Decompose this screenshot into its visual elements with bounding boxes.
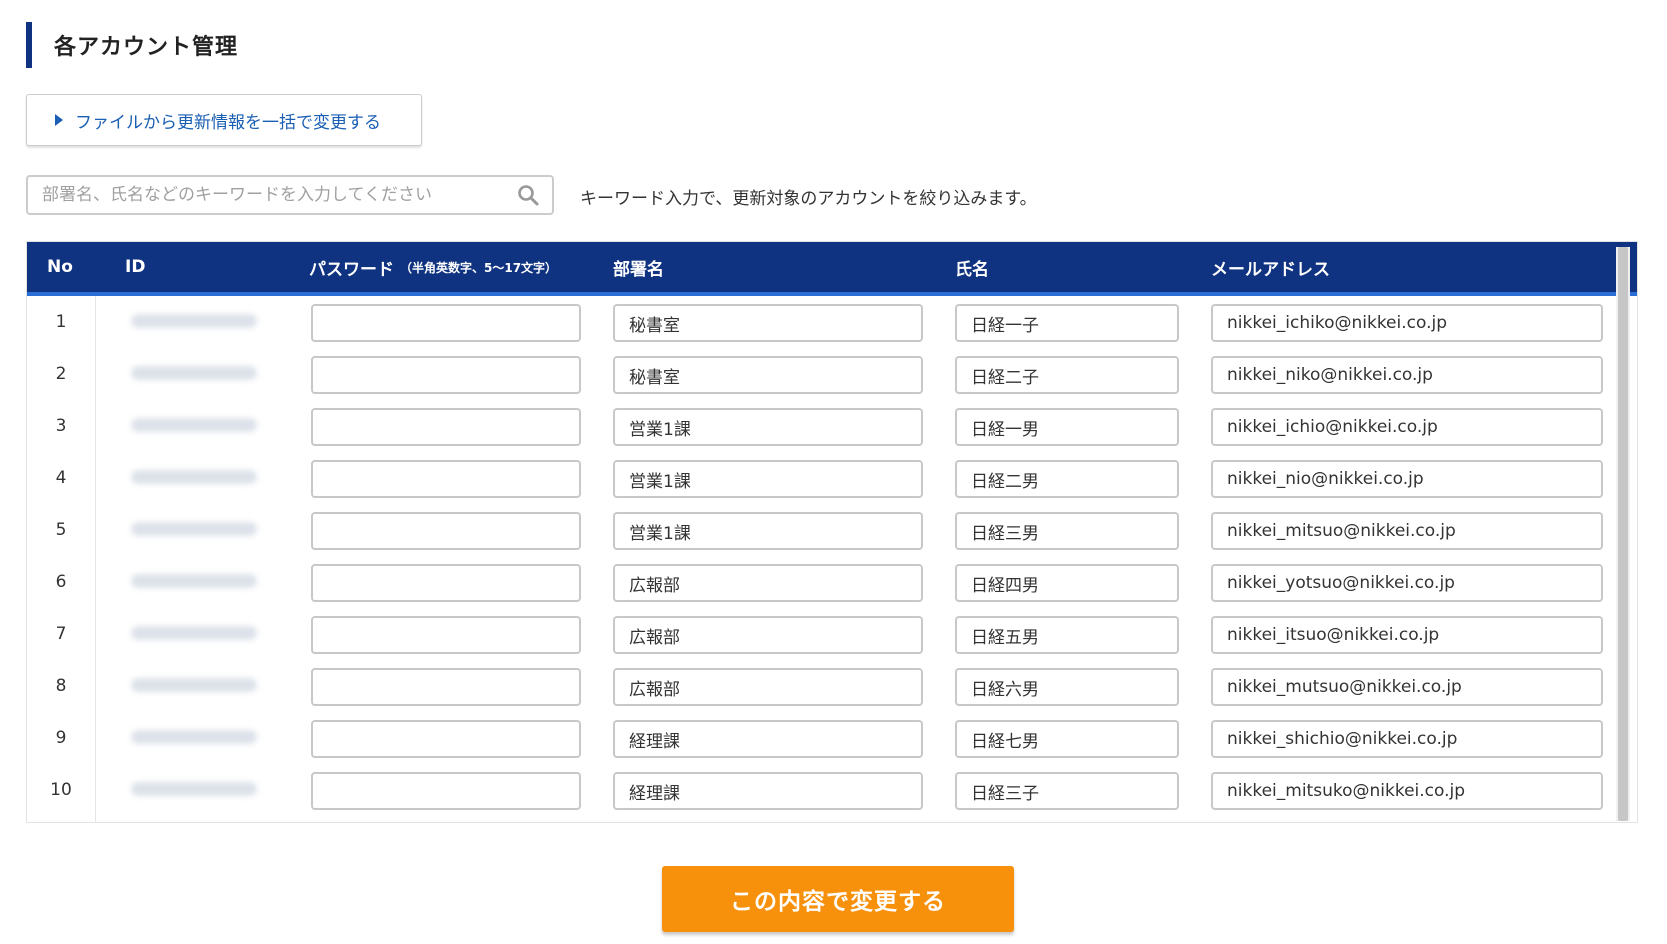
name-field[interactable] bbox=[955, 564, 1179, 602]
department-field[interactable] bbox=[613, 616, 923, 654]
row-number: 8 bbox=[55, 676, 67, 696]
password-field[interactable] bbox=[311, 720, 581, 758]
row-number: 6 bbox=[55, 572, 67, 592]
department-field[interactable] bbox=[613, 408, 923, 446]
name-field[interactable] bbox=[955, 408, 1179, 446]
table-row: 7 bbox=[27, 608, 1637, 660]
name-field[interactable] bbox=[955, 720, 1179, 758]
email-field[interactable] bbox=[1211, 512, 1603, 550]
row-number: 4 bbox=[55, 468, 67, 488]
table-row: 4 bbox=[27, 452, 1637, 504]
table-scrollbar[interactable] bbox=[1616, 247, 1630, 821]
account-id-blurred bbox=[131, 470, 257, 484]
email-field[interactable] bbox=[1211, 408, 1603, 446]
password-field[interactable] bbox=[311, 616, 581, 654]
column-header-name: 氏名 bbox=[955, 259, 989, 280]
account-id-blurred bbox=[131, 418, 257, 432]
email-field[interactable] bbox=[1211, 356, 1603, 394]
column-header-department: 部署名 bbox=[613, 259, 664, 280]
search-box bbox=[26, 175, 554, 215]
name-field[interactable] bbox=[955, 772, 1179, 810]
row-number: 10 bbox=[50, 780, 72, 800]
email-field[interactable] bbox=[1211, 668, 1603, 706]
name-field[interactable] bbox=[955, 304, 1179, 342]
password-field[interactable] bbox=[311, 356, 581, 394]
search-icon[interactable] bbox=[510, 177, 546, 213]
row-number: 9 bbox=[55, 728, 67, 748]
row-number: 3 bbox=[55, 416, 67, 436]
table-row: 1 bbox=[27, 296, 1637, 348]
column-header-no: No bbox=[47, 257, 73, 277]
password-field[interactable] bbox=[311, 564, 581, 602]
column-header-id: ID bbox=[125, 257, 146, 277]
bulk-update-toggle[interactable]: ファイルから更新情報を一括で変更する bbox=[26, 94, 422, 146]
name-field[interactable] bbox=[955, 668, 1179, 706]
row-number: 2 bbox=[55, 364, 67, 384]
account-id-blurred bbox=[131, 678, 257, 692]
account-id-blurred bbox=[131, 522, 257, 536]
search-hint: キーワード入力で、更新対象のアカウントを絞り込みます。 bbox=[580, 189, 1037, 209]
account-id-blurred bbox=[131, 366, 257, 380]
column-header-password: パスワード （半角英数字、5～17文字） bbox=[309, 242, 557, 292]
table-body: 1 2 3 4 bbox=[27, 296, 1637, 816]
account-id-blurred bbox=[131, 574, 257, 588]
scrollbar-thumb[interactable] bbox=[1618, 247, 1628, 821]
department-field[interactable] bbox=[613, 668, 923, 706]
password-field[interactable] bbox=[311, 668, 581, 706]
department-field[interactable] bbox=[613, 720, 923, 758]
email-field[interactable] bbox=[1211, 720, 1603, 758]
page-title: 各アカウント管理 bbox=[54, 35, 239, 60]
password-field[interactable] bbox=[311, 772, 581, 810]
password-field[interactable] bbox=[311, 460, 581, 498]
department-field[interactable] bbox=[613, 512, 923, 550]
name-field[interactable] bbox=[955, 616, 1179, 654]
row-number: 5 bbox=[55, 520, 67, 540]
account-id-blurred bbox=[131, 314, 257, 328]
name-field[interactable] bbox=[955, 460, 1179, 498]
department-field[interactable] bbox=[613, 304, 923, 342]
table-row: 9 bbox=[27, 712, 1637, 764]
name-field[interactable] bbox=[955, 356, 1179, 394]
password-field[interactable] bbox=[311, 408, 581, 446]
account-id-blurred bbox=[131, 730, 257, 744]
submit-changes-button[interactable]: この内容で変更する bbox=[662, 866, 1014, 932]
table-header: No ID パスワード （半角英数字、5～17文字） 部署名 氏名 メールアドレス bbox=[27, 242, 1637, 296]
password-field[interactable] bbox=[311, 304, 581, 342]
column-header-password-note: （半角英数字、5～17文字） bbox=[400, 260, 558, 275]
table-row: 2 bbox=[27, 348, 1637, 400]
bulk-update-label: ファイルから更新情報を一括で変更する bbox=[75, 112, 381, 133]
section-header: 各アカウント管理 bbox=[26, 22, 238, 68]
table-row: 8 bbox=[27, 660, 1637, 712]
password-field[interactable] bbox=[311, 512, 581, 550]
name-field[interactable] bbox=[955, 512, 1179, 550]
table-row: 5 bbox=[27, 504, 1637, 556]
table-row: 3 bbox=[27, 400, 1637, 452]
email-field[interactable] bbox=[1211, 616, 1603, 654]
department-field[interactable] bbox=[613, 772, 923, 810]
department-field[interactable] bbox=[613, 356, 923, 394]
account-table: No ID パスワード （半角英数字、5～17文字） 部署名 氏名 メールアドレス… bbox=[26, 241, 1638, 823]
row-number: 7 bbox=[55, 624, 67, 644]
email-field[interactable] bbox=[1211, 564, 1603, 602]
table-row: 10 bbox=[27, 764, 1637, 816]
row-number: 1 bbox=[55, 312, 67, 332]
email-field[interactable] bbox=[1211, 304, 1603, 342]
email-field[interactable] bbox=[1211, 772, 1603, 810]
account-id-blurred bbox=[131, 782, 257, 796]
table-row: 6 bbox=[27, 556, 1637, 608]
email-field[interactable] bbox=[1211, 460, 1603, 498]
column-header-password-label: パスワード bbox=[309, 259, 394, 280]
department-field[interactable] bbox=[613, 460, 923, 498]
account-id-blurred bbox=[131, 626, 257, 640]
search-input[interactable] bbox=[28, 176, 510, 214]
caret-right-icon bbox=[55, 114, 63, 126]
column-header-email: メールアドレス bbox=[1211, 259, 1330, 280]
department-field[interactable] bbox=[613, 564, 923, 602]
